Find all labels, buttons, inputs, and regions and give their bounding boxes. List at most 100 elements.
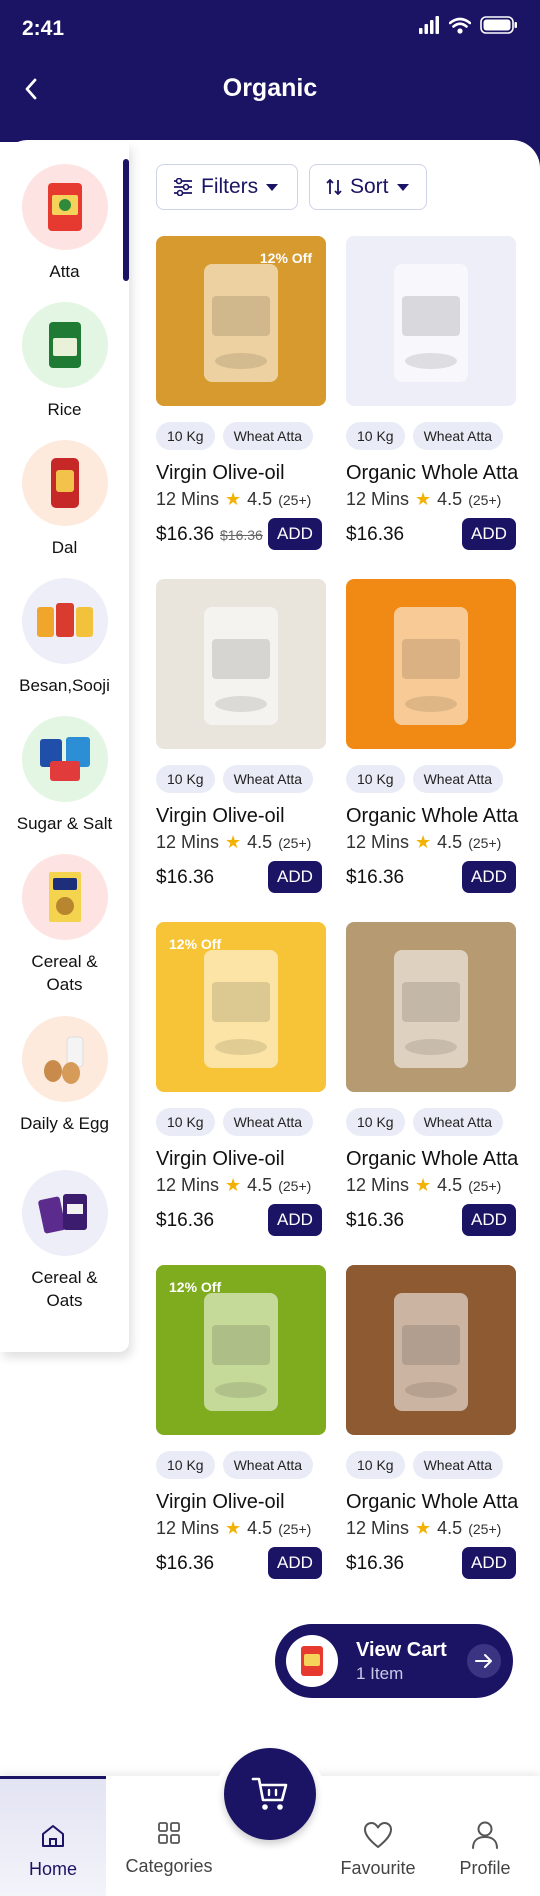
type-tag: Wheat Atta xyxy=(412,1108,504,1136)
category-sugar-salt[interactable]: Sugar & Salt xyxy=(0,716,129,835)
rating-count: (25+) xyxy=(278,834,312,851)
category-cereal-oats[interactable]: Cereal & Oats xyxy=(0,854,129,996)
star-icon: ★ xyxy=(225,1518,242,1538)
nav-favourite[interactable]: Favourite xyxy=(330,1776,426,1896)
product-name: Organic Whole Atta xyxy=(346,805,519,827)
weight-tag: 10 Kg xyxy=(156,765,215,793)
rating-count: (25+) xyxy=(468,1520,502,1537)
sidebar-active-indicator xyxy=(123,159,129,281)
star-icon: ★ xyxy=(225,489,242,509)
category-cereal-oats-2[interactable]: Cereal & Oats xyxy=(0,1170,129,1312)
rating-value: 4.5 xyxy=(437,832,463,852)
add-to-cart-button[interactable]: ADD xyxy=(268,1547,322,1579)
product-card[interactable]: 10 Kg Wheat Atta Organic Whole Atta 12 Mins… xyxy=(346,236,518,554)
category-thumb xyxy=(21,578,108,664)
category-thumb xyxy=(21,716,108,802)
product-card[interactable]: 10 Kg Wheat Atta Organic Whole Atta 12 Mins… xyxy=(346,1265,518,1583)
wifi-icon xyxy=(449,17,471,34)
product-card[interactable]: 12% Off 10 Kg Wheat Atta Virgin Olive-oil 12… xyxy=(156,236,328,554)
delivery-time: 12 Mins xyxy=(346,832,410,852)
status-icons xyxy=(418,16,518,34)
product-package-icon xyxy=(204,607,278,725)
cart-fab-button[interactable] xyxy=(224,1748,316,1840)
product-image[interactable] xyxy=(346,922,516,1092)
sort-button[interactable]: Sort xyxy=(309,164,427,210)
nav-home-label: Home xyxy=(28,1859,77,1879)
product-name: Organic Whole Atta xyxy=(346,1148,519,1170)
rating-value: 4.5 xyxy=(247,489,273,509)
category-dal[interactable]: Dal xyxy=(0,440,129,559)
category-atta[interactable]: Atta xyxy=(0,164,129,283)
category-daily-egg[interactable]: Daily & Egg xyxy=(0,1016,129,1135)
add-to-cart-button[interactable]: ADD xyxy=(268,861,322,893)
product-price: $16.36 xyxy=(346,867,405,888)
product-name: Virgin Olive-oil xyxy=(156,1491,285,1513)
product-name: Organic Whole Atta xyxy=(346,1491,519,1513)
type-tag: Wheat Atta xyxy=(412,422,504,450)
product-image[interactable] xyxy=(156,579,326,749)
category-sidebar: Atta Rice Dal Besan,Sooji Sugar & Salt C… xyxy=(0,142,129,1352)
weight-tag: 10 Kg xyxy=(346,1451,405,1479)
product-image[interactable]: 12% Off xyxy=(156,922,326,1092)
type-tag: Wheat Atta xyxy=(222,1451,314,1479)
view-cart-button[interactable]: View Cart 1 Item xyxy=(275,1624,513,1698)
nav-favourite-label: Favourite xyxy=(340,1858,416,1878)
home-icon xyxy=(42,1825,64,1847)
nav-profile-label: Profile xyxy=(459,1858,511,1878)
category-label: Daily & Egg xyxy=(20,1114,109,1133)
rating-count: (25+) xyxy=(278,1520,312,1537)
nav-home[interactable]: Home xyxy=(0,1776,106,1896)
nav-profile[interactable]: Profile xyxy=(440,1776,530,1896)
add-to-cart-button[interactable]: ADD xyxy=(268,1204,322,1236)
add-to-cart-button[interactable]: ADD xyxy=(462,518,516,550)
rating-value: 4.5 xyxy=(437,1175,463,1195)
product-price: $16.36 xyxy=(156,1553,215,1574)
product-image[interactable] xyxy=(346,579,516,749)
product-image[interactable]: 12% Off xyxy=(156,1265,326,1435)
product-package-icon xyxy=(394,264,468,382)
product-card[interactable]: 10 Kg Wheat Atta Virgin Olive-oil 12 Mins ★ 4… xyxy=(156,579,328,897)
category-label: Besan,Sooji xyxy=(19,676,110,695)
category-rice[interactable]: Rice xyxy=(0,302,129,421)
add-to-cart-button[interactable]: ADD xyxy=(268,518,322,550)
product-image[interactable]: 12% Off xyxy=(156,236,326,406)
star-icon: ★ xyxy=(225,1175,242,1195)
product-package-icon xyxy=(394,950,468,1068)
add-to-cart-button[interactable]: ADD xyxy=(462,861,516,893)
product-card[interactable]: 10 Kg Wheat Atta Organic Whole Atta 12 Mins… xyxy=(346,922,518,1240)
add-to-cart-button[interactable]: ADD xyxy=(462,1547,516,1579)
discount-badge: 12% Off xyxy=(169,936,222,952)
sort-label: Sort xyxy=(350,175,389,198)
weight-tag: 10 Kg xyxy=(156,422,215,450)
product-image[interactable] xyxy=(346,1265,516,1435)
product-card[interactable]: 10 Kg Wheat Atta Organic Whole Atta 12 Mins… xyxy=(346,579,518,897)
product-price: $16.36 xyxy=(346,1210,405,1231)
caret-down-icon xyxy=(266,183,279,191)
category-thumb xyxy=(21,1170,108,1256)
filters-button[interactable]: Filters xyxy=(156,164,298,210)
product-image[interactable] xyxy=(346,236,516,406)
category-besan-sooji[interactable]: Besan,Sooji xyxy=(0,578,129,697)
add-to-cart-button[interactable]: ADD xyxy=(462,1204,516,1236)
view-cart-count: 1 Item xyxy=(356,1663,404,1683)
rating-value: 4.5 xyxy=(437,489,463,509)
product-name: Organic Whole Atta xyxy=(346,462,519,484)
type-tag: Wheat Atta xyxy=(222,1108,314,1136)
product-package-icon xyxy=(394,607,468,725)
rating-count: (25+) xyxy=(278,491,312,508)
shopping-cart-icon xyxy=(251,1777,288,1810)
category-thumb xyxy=(21,164,108,250)
category-label: Cereal & Oats xyxy=(31,1268,98,1310)
product-name: Virgin Olive-oil xyxy=(156,462,285,484)
sort-arrows-icon xyxy=(326,178,342,196)
product-card[interactable]: 12% Off 10 Kg Wheat Atta Virgin Olive-oil 12… xyxy=(156,1265,328,1583)
weight-tag: 10 Kg xyxy=(346,1108,405,1136)
product-card[interactable]: 12% Off 10 Kg Wheat Atta Virgin Olive-oil 12… xyxy=(156,922,328,1240)
delivery-time: 12 Mins xyxy=(156,1518,220,1538)
product-price: $16.36 xyxy=(156,1210,215,1231)
nav-categories[interactable]: Categories xyxy=(114,1776,224,1896)
status-time: 2:41 xyxy=(22,17,65,40)
original-price: $16.36 xyxy=(220,527,263,543)
grid-icon xyxy=(158,1822,180,1844)
weight-tag: 10 Kg xyxy=(346,765,405,793)
